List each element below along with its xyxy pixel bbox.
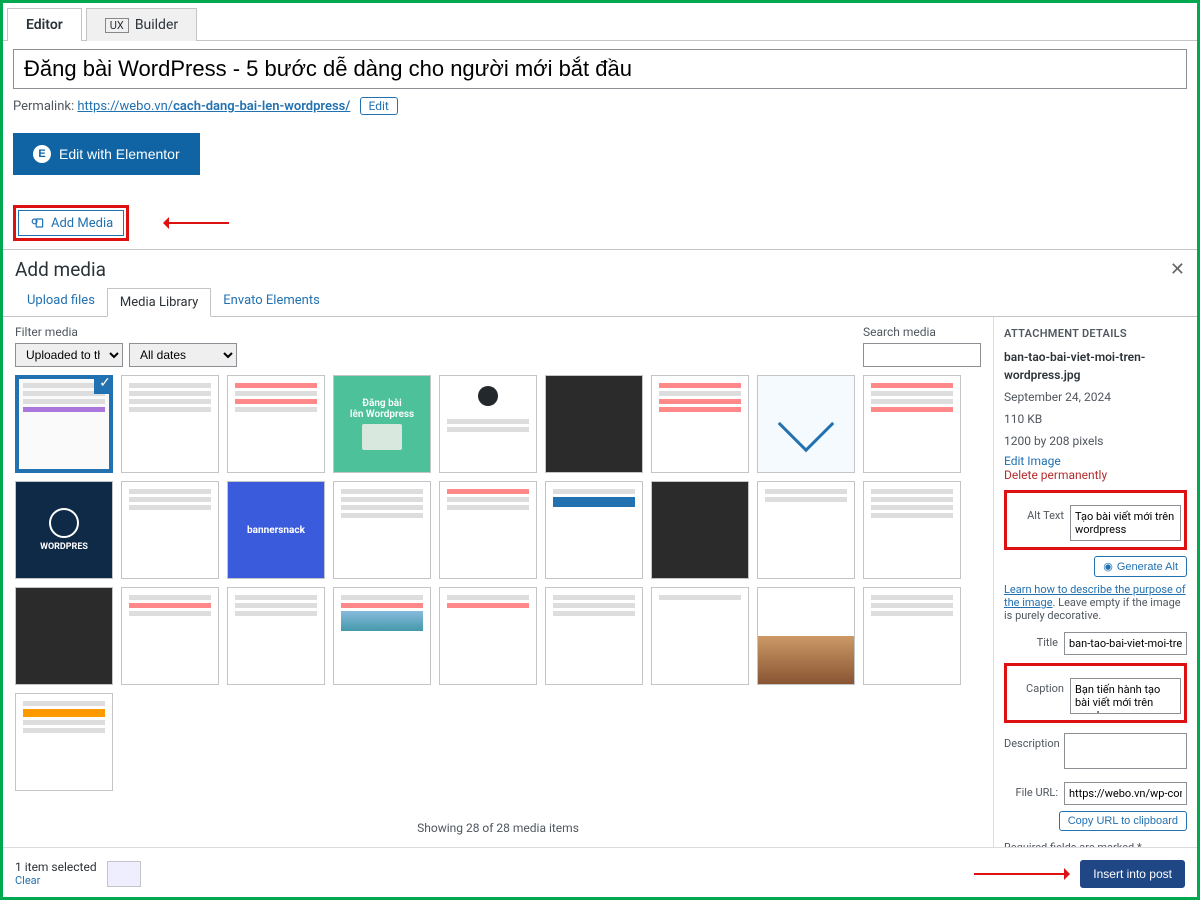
tab-builder[interactable]: UX Builder	[86, 8, 197, 41]
media-thumb[interactable]: WORDPRES	[15, 481, 113, 579]
description-input[interactable]	[1064, 733, 1187, 769]
media-thumb[interactable]	[15, 693, 113, 791]
thumb-text: WORDPRES	[40, 542, 88, 552]
edit-image-link[interactable]: Edit Image	[1004, 454, 1187, 468]
elementor-icon: E	[33, 145, 51, 163]
media-thumb[interactable]	[651, 375, 749, 473]
permalink-row: Permalink: https://webo.vn/cach-dang-bai…	[13, 97, 1187, 115]
media-thumb[interactable]	[333, 587, 431, 685]
elementor-label: Edit with Elementor	[59, 146, 180, 162]
media-thumb[interactable]: Đăng bàilên Wordpress	[333, 375, 431, 473]
details-header: ATTACHMENT DETAILS	[1004, 327, 1187, 340]
modal-title: Add media	[15, 258, 106, 281]
file-dims: 1200 by 208 pixels	[1004, 432, 1187, 450]
media-thumb[interactable]	[863, 481, 961, 579]
media-thumb[interactable]	[863, 375, 961, 473]
tab-editor[interactable]: Editor	[7, 8, 82, 41]
alt-label: Alt Text	[1010, 505, 1064, 522]
file-date: September 24, 2024	[1004, 388, 1187, 406]
selected-thumb[interactable]	[107, 861, 141, 887]
tab-upload[interactable]: Upload files	[15, 287, 107, 316]
permalink-edit-button[interactable]: Edit	[360, 97, 398, 115]
required-note: Required fields are marked *	[1004, 841, 1187, 847]
media-thumb[interactable]	[121, 587, 219, 685]
add-media-button[interactable]: Add Media	[18, 210, 124, 236]
media-thumb[interactable]	[863, 587, 961, 685]
media-thumb[interactable]	[757, 587, 855, 685]
alt-help: Learn how to describe the purpose of the…	[1004, 583, 1187, 622]
media-thumb[interactable]	[545, 481, 643, 579]
search-label: Search media	[863, 325, 981, 339]
attachment-title-input[interactable]	[1064, 632, 1187, 655]
editor-tabs: Editor UX Builder	[3, 3, 1197, 41]
edit-elementor-button[interactable]: E Edit with Elementor	[13, 133, 200, 175]
search-input[interactable]	[863, 343, 981, 367]
media-thumb[interactable]	[757, 481, 855, 579]
add-media-label: Add Media	[51, 216, 113, 231]
caption-input[interactable]: Bạn tiến hành tạo bài viết mới trên word…	[1070, 678, 1181, 714]
attachment-details: ATTACHMENT DETAILS ban-tao-bai-viet-moi-…	[993, 317, 1197, 847]
thumb-text: lên Wordpress	[350, 409, 414, 420]
title-label: Title	[1004, 632, 1058, 649]
filename: ban-tao-bai-viet-moi-tren-wordpress.jpg	[1004, 348, 1187, 384]
ux-icon: UX	[105, 18, 129, 33]
media-thumb[interactable]	[439, 587, 537, 685]
caption-label: Caption	[1010, 678, 1064, 695]
alt-text-input[interactable]: Tạo bài viết mới trên wordpress	[1070, 505, 1181, 541]
insert-into-post-button[interactable]: Insert into post	[1080, 860, 1185, 888]
thumb-text: bannersnack	[247, 525, 305, 536]
modal-footer: 1 item selected Clear Insert into post	[3, 847, 1197, 899]
copy-url-button[interactable]: Copy URL to clipboard	[1059, 811, 1187, 831]
media-thumb[interactable]	[333, 481, 431, 579]
fileurl-label: File URL:	[1004, 782, 1058, 799]
media-thumb[interactable]	[121, 375, 219, 473]
media-thumb[interactable]: ✓	[15, 375, 113, 473]
media-icon	[29, 215, 45, 231]
add-media-modal: Add media ✕ Upload files Media Library E…	[3, 249, 1197, 899]
media-thumb[interactable]	[227, 587, 325, 685]
media-thumb[interactable]	[15, 587, 113, 685]
permalink-label: Permalink:	[13, 99, 74, 114]
modal-tabs: Upload files Media Library Envato Elemen…	[3, 287, 1197, 317]
media-thumb[interactable]	[121, 481, 219, 579]
media-thumb[interactable]	[439, 481, 537, 579]
permalink-base: https://webo.vn/	[77, 99, 173, 114]
media-thumb[interactable]	[439, 375, 537, 473]
close-icon[interactable]: ✕	[1170, 258, 1185, 281]
media-thumb[interactable]	[227, 375, 325, 473]
media-thumb[interactable]: bannersnack	[227, 481, 325, 579]
thumb-text: Đăng bài	[362, 398, 401, 409]
generate-alt-button[interactable]: ◉Generate Alt	[1094, 556, 1187, 577]
media-thumb[interactable]	[545, 375, 643, 473]
filter-uploaded-select[interactable]: Uploaded to this p	[15, 343, 123, 367]
tab-builder-label: Builder	[135, 17, 178, 33]
selected-count: 1 item selected	[15, 860, 97, 874]
check-icon: ✓	[94, 375, 113, 394]
delete-link[interactable]: Delete permanently	[1004, 468, 1187, 482]
post-title-input[interactable]	[13, 49, 1187, 89]
tab-envato[interactable]: Envato Elements	[211, 287, 331, 316]
filter-label: Filter media	[15, 325, 237, 339]
permalink-slug: cach-dang-bai-len-wordpress/	[173, 99, 350, 114]
fileurl-input[interactable]	[1064, 782, 1187, 805]
showing-count: Showing 28 of 28 media items	[15, 821, 981, 835]
tab-media-library[interactable]: Media Library	[107, 288, 211, 317]
media-thumb[interactable]	[651, 481, 749, 579]
filter-dates-select[interactable]: All dates	[129, 343, 237, 367]
arrow-annotation	[169, 222, 229, 224]
file-size: 110 KB	[1004, 410, 1187, 428]
description-label: Description	[1004, 733, 1058, 750]
arrow-annotation	[974, 873, 1064, 875]
gen-alt-label: Generate Alt	[1117, 561, 1178, 573]
media-thumb[interactable]	[545, 587, 643, 685]
media-grid: ✓ Đăng bàilên Wordpress WORDPRES banners…	[15, 375, 981, 791]
clear-selection-link[interactable]: Clear	[15, 874, 97, 887]
permalink-link[interactable]: https://webo.vn/cach-dang-bai-len-wordpr…	[77, 99, 350, 114]
media-thumb[interactable]	[651, 587, 749, 685]
media-thumb[interactable]	[757, 375, 855, 473]
